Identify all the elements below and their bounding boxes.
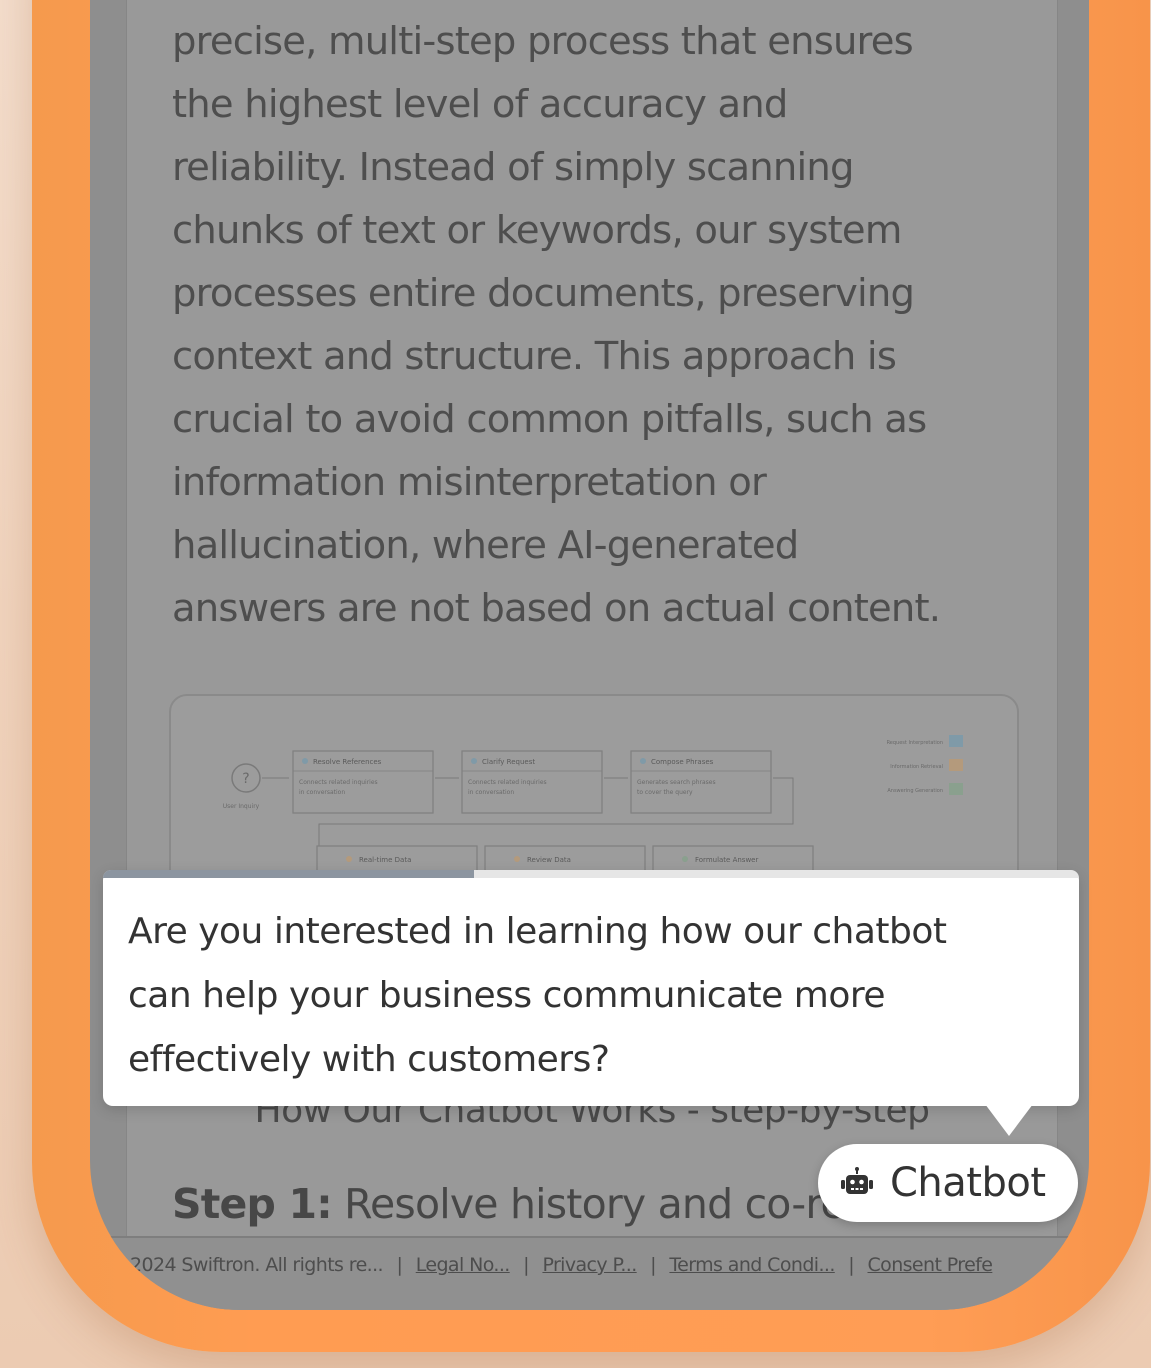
popup-message: Are you interested in learning how our c… xyxy=(128,900,1058,1092)
article-line: chunks of text or keywords, our system xyxy=(172,208,902,253)
robot-icon xyxy=(841,1167,873,1194)
footer-separator: | xyxy=(396,1254,403,1276)
diagram-step-desc: Connects related inquiries xyxy=(299,779,378,786)
chatbot-button-label: Chatbot xyxy=(890,1160,1046,1206)
diagram-step-title: Resolve References xyxy=(313,758,382,766)
legend-label: Answering Generation xyxy=(887,788,943,794)
diagram-start-label: User Inquiry xyxy=(223,803,260,810)
diagram-step-title: Formulate Answer xyxy=(695,856,758,864)
phone-screen: precise, multi-step process that ensures… xyxy=(90,0,1089,1310)
article-line: reliability. Instead of simply scanning xyxy=(172,145,854,190)
diagram-step-box: Compose Phrases Generates search phrases… xyxy=(630,750,772,814)
legend-label: Request Interpretation xyxy=(887,740,943,746)
article-paragraph: precise, multi-step process that ensures… xyxy=(172,10,1032,640)
diagram-step-box: Resolve References Connects related inqu… xyxy=(292,750,434,814)
diagram-step-desc: in conversation xyxy=(468,789,514,796)
popup-message-line: effectively with customers? xyxy=(128,1039,610,1080)
popup-message-line: Are you interested in learning how our c… xyxy=(128,911,947,952)
legend-swatch xyxy=(949,735,963,747)
article-line: answers are not based on actual content. xyxy=(172,586,941,631)
diagram-step-desc: to cover the query xyxy=(637,789,693,796)
page-content: precise, multi-step process that ensures… xyxy=(126,0,1058,1310)
question-mark: ? xyxy=(242,771,249,787)
legend-swatch xyxy=(949,783,963,795)
footer-separator: | xyxy=(523,1254,529,1276)
popup-progress-fill xyxy=(103,870,474,878)
popup-progress-track xyxy=(103,870,1079,878)
diagram-step-desc: Generates search phrases xyxy=(637,779,716,786)
footer-link-privacy[interactable]: Privacy P... xyxy=(542,1254,637,1276)
diagram-step-title: Real-time Data xyxy=(359,856,411,864)
article-line: crucial to avoid common pitfalls, such a… xyxy=(172,397,927,442)
article-line: context and structure. This approach is xyxy=(172,334,897,379)
article-line: precise, multi-step process that ensures xyxy=(172,19,914,64)
diagram-step-title: Compose Phrases xyxy=(651,758,714,766)
chatbot-prompt-popup[interactable]: Are you interested in learning how our c… xyxy=(103,870,1079,1106)
article-line: processes entire documents, preserving xyxy=(172,271,915,316)
step-1-label: Step 1: xyxy=(172,1180,333,1228)
article-line: hallucination, where AI-generated xyxy=(172,523,799,568)
diagram-step-desc: Connects related inquiries xyxy=(468,779,547,786)
diagram-connector xyxy=(318,777,794,846)
footer-separator: | xyxy=(848,1254,855,1276)
diagram-step-title: Review Data xyxy=(527,856,571,864)
article-line: the highest level of accuracy and xyxy=(172,82,788,127)
chatbot-button[interactable]: Chatbot xyxy=(818,1144,1078,1222)
diagram-step-title: Clarify Request xyxy=(482,758,535,766)
popup-message-line: can help your business communicate more xyxy=(128,975,886,1016)
diagram-step-desc: in conversation xyxy=(299,789,345,796)
footer-link-terms[interactable]: Terms and Condi... xyxy=(669,1254,835,1276)
diagram-legend: Request Interpretation Information Retri… xyxy=(887,735,963,795)
footer-link-consent[interactable]: Consent Prefe xyxy=(868,1254,993,1276)
popup-tail xyxy=(985,1104,1033,1136)
legend-label: Information Retrieval xyxy=(890,764,943,770)
footer-bar: 2024 Swiftron. All rights re... | Legal … xyxy=(90,1236,1089,1310)
footer-link-legal[interactable]: Legal No... xyxy=(416,1254,511,1276)
diagram-step-box: Clarify Request Connects related inquiri… xyxy=(461,750,603,814)
article-line: information misinterpretation or xyxy=(172,460,767,505)
footer-separator: | xyxy=(650,1254,656,1276)
footer-links: 2024 Swiftron. All rights re... | Legal … xyxy=(130,1254,993,1276)
footer-copyright: 2024 Swiftron. All rights re... xyxy=(130,1254,384,1276)
legend-swatch xyxy=(949,759,963,771)
